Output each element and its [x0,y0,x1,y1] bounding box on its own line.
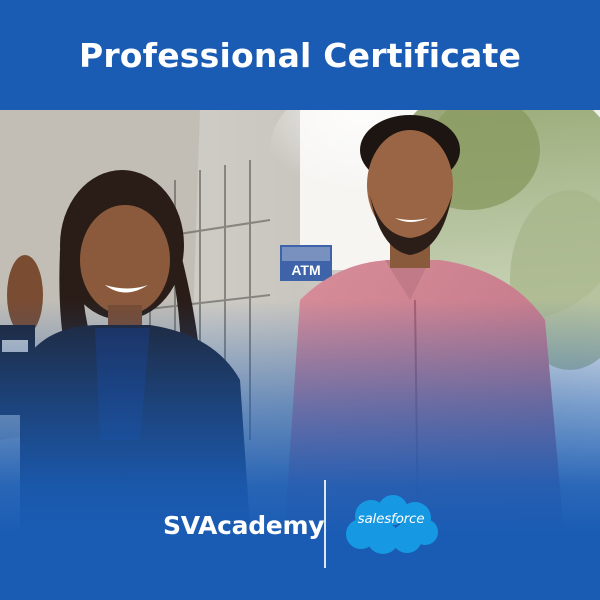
logo-divider [324,480,326,568]
salesforce-logo-text: salesforce [357,511,425,527]
page-title: Professional Certificate [78,35,522,75]
header-band: Professional Certificate [0,0,600,110]
svacademy-logo-text: SVAcademy [163,510,325,540]
atm-sign-text: ATM [291,262,320,278]
logo-row: SVAcademy salesforce [0,478,600,573]
certificate-card: Professional Certificate ATM SVAcademy s… [0,0,600,600]
svacademy-logo: SVAcademy [163,508,325,542]
